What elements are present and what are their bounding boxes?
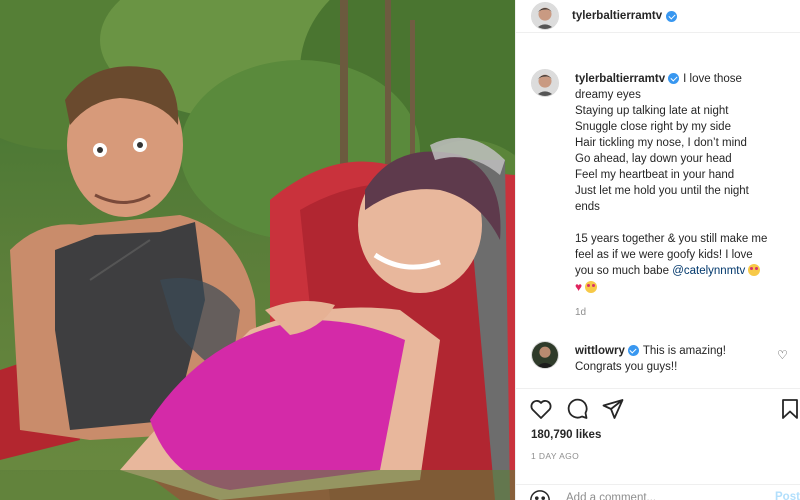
comment-icon[interactable]: [565, 397, 589, 421]
caption-mention-link[interactable]: @catelynnmtv: [672, 265, 745, 277]
caption-line-4: Hair tickling my nose, I don’t mind: [575, 137, 747, 149]
author-avatar-image: [532, 3, 558, 29]
post-side-panel: tylerbaltierramtv tylerbaltierramtv I lov…: [515, 0, 800, 500]
post-comment-button[interactable]: Post: [775, 491, 800, 500]
commenter-avatar[interactable]: [531, 341, 559, 369]
commenter-avatar-image: [532, 342, 558, 368]
post-timestamp: 1 DAY AGO: [531, 451, 580, 461]
comment-item: wittlowry This is amazing! Congrats you g…: [575, 343, 765, 375]
bookmark-icon[interactable]: [778, 397, 800, 421]
comment-like-heart-icon[interactable]: ♡: [777, 348, 788, 362]
caption-avatar-image: [532, 70, 558, 96]
comment-text-line-2: Congrats you guys!!: [575, 361, 678, 373]
comments-area[interactable]: tylerbaltierramtv I love those dreamy eye…: [516, 33, 800, 388]
heart-eyes-emoji-icon: [748, 264, 761, 276]
likes-count[interactable]: 180,790 likes: [531, 429, 601, 441]
caption-emoji-line: ♥: [575, 279, 790, 296]
red-heart-emoji-icon: ♥: [575, 280, 583, 294]
post-caption: tylerbaltierramtv I love those dreamy eye…: [575, 71, 790, 296]
commenter-username[interactable]: wittlowry: [575, 345, 625, 357]
caption-para2-line-1: feel as if we were goofy kids! I love: [575, 249, 753, 261]
caption-line-1: dreamy eyes: [575, 89, 641, 101]
add-comment-bar: Post: [516, 484, 800, 500]
caption-line-2: Staying up talking late at night: [575, 105, 729, 117]
caption-timestamp: 1d: [575, 307, 587, 318]
caption-line-0: I love those: [683, 73, 742, 85]
comment-input[interactable]: [566, 490, 756, 500]
verified-badge-icon: [666, 10, 678, 22]
author-avatar[interactable]: [531, 2, 559, 30]
heart-icon[interactable]: [529, 397, 553, 421]
comment-text-line-1: This is amazing!: [642, 345, 726, 357]
caption-line-5: Go ahead, lay down your head: [575, 153, 732, 165]
share-icon[interactable]: [601, 397, 625, 421]
caption-author-avatar[interactable]: [531, 69, 559, 97]
caption-para2-line-2-wrap: you so much babe @catelynnmtv: [575, 263, 790, 279]
caption-para2-line-2: you so much babe: [575, 265, 669, 277]
caption-line-3: Snuggle close right by my side: [575, 121, 731, 133]
photo-illustration: [0, 0, 515, 500]
caption-line-6: Feel my heartbeat in your hand: [575, 169, 735, 181]
caption-line-7: Just let me hold you until the night: [575, 185, 749, 197]
author-username[interactable]: tylerbaltierramtv: [572, 10, 662, 22]
commenter-verified-icon: [627, 345, 639, 357]
caption-line-8: ends: [575, 201, 600, 213]
heart-eyes-emoji-icon-2: [585, 281, 598, 293]
caption-first-line: tylerbaltierramtv I love those: [575, 71, 790, 87]
caption-para2-line-0: 15 years together & you still make me: [575, 233, 768, 245]
author-name-group: tylerbaltierramtv: [572, 10, 678, 22]
smile-icon[interactable]: [529, 489, 551, 500]
post-photo[interactable]: [0, 0, 515, 500]
post-actions: 180,790 likes 1 DAY AGO Post: [516, 388, 800, 500]
caption-username[interactable]: tylerbaltierramtv: [575, 73, 665, 85]
caption-verified-icon: [668, 73, 680, 85]
post-header: tylerbaltierramtv: [516, 0, 800, 33]
